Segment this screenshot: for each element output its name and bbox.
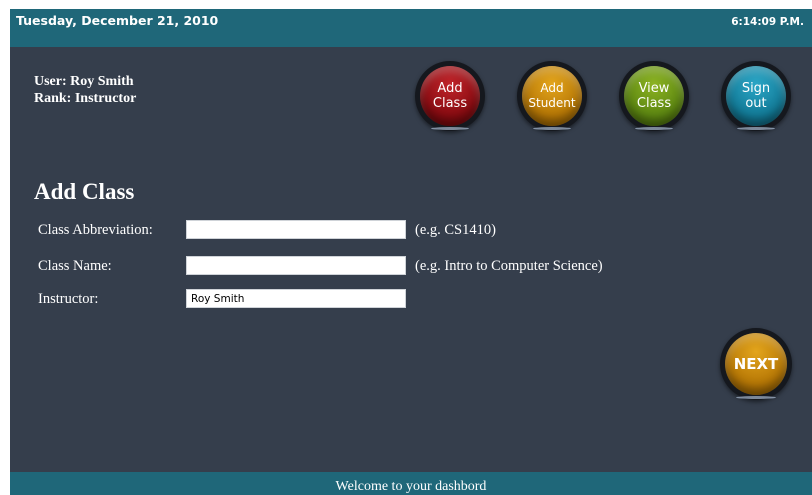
add-class-button[interactable]: Add Class bbox=[415, 61, 485, 131]
view-class-label-line2: Class bbox=[636, 96, 672, 111]
footer-message: Welcome to your dashbord bbox=[335, 479, 487, 494]
page-title: Add Class bbox=[34, 179, 135, 204]
add-student-label-line1: Add bbox=[540, 81, 564, 95]
class-name-row: Class Name: (e.g. Intro to Computer Scie… bbox=[10, 256, 812, 278]
instructor-input[interactable] bbox=[186, 289, 406, 308]
top-bar: Tuesday, December 21, 2010 6:14:09 P.M. bbox=[10, 9, 812, 47]
class-name-input[interactable] bbox=[186, 256, 406, 275]
sign-out-label-line1: Sign bbox=[741, 81, 771, 96]
class-name-hint: (e.g. Intro to Computer Science) bbox=[415, 258, 603, 274]
add-student-button[interactable]: Add Student bbox=[517, 61, 587, 131]
class-abbreviation-label: Class Abbreviation: bbox=[38, 222, 153, 238]
class-name-label: Class Name: bbox=[38, 258, 112, 274]
add-class-orb: Add Class bbox=[420, 66, 480, 126]
view-class-label-line1: View bbox=[638, 81, 670, 96]
footer-bar: Welcome to your dashbord bbox=[10, 472, 812, 495]
user-rank: Rank: Instructor bbox=[34, 91, 137, 106]
next-label: NEXT bbox=[725, 333, 787, 395]
add-class-label-line2: Class bbox=[432, 96, 468, 111]
instructor-row: Instructor: bbox=[10, 289, 812, 311]
sign-out-button[interactable]: Sign out bbox=[721, 61, 791, 131]
view-class-button[interactable]: View Class bbox=[619, 61, 689, 131]
sign-out-label-line2: out bbox=[745, 96, 767, 111]
add-student-label-line2: Student bbox=[528, 96, 576, 110]
current-time: 6:14:09 P.M. bbox=[731, 16, 804, 28]
next-button[interactable]: NEXT bbox=[720, 328, 792, 400]
class-abbreviation-row: Class Abbreviation: (e.g. CS1410) bbox=[10, 220, 812, 242]
class-abbreviation-hint: (e.g. CS1410) bbox=[415, 222, 496, 238]
current-date: Tuesday, December 21, 2010 bbox=[16, 13, 219, 28]
user-info: User: Roy Smith Rank: Instructor bbox=[34, 73, 136, 107]
instructor-label: Instructor: bbox=[38, 291, 99, 307]
add-student-orb: Add Student bbox=[522, 66, 582, 126]
class-abbreviation-input[interactable] bbox=[186, 220, 406, 239]
view-class-orb: View Class bbox=[624, 66, 684, 126]
user-name: User: Roy Smith bbox=[34, 74, 134, 89]
sign-out-orb: Sign out bbox=[726, 66, 786, 126]
dashboard-window: Tuesday, December 21, 2010 6:14:09 P.M. … bbox=[10, 9, 812, 495]
add-class-label-line1: Add bbox=[437, 81, 463, 96]
